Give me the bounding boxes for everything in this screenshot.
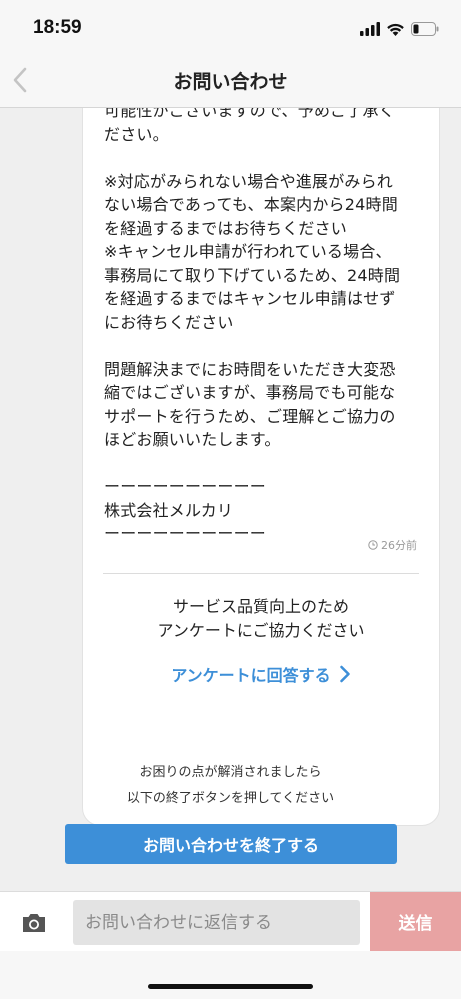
page-title: お問い合わせ [173, 71, 288, 93]
message-bubble: 可能性がございますので、予めご了承く ださい。 ※対応がみられない場合や進展がみ… [82, 108, 440, 826]
chat-content[interactable]: 可能性がございますので、予めご了承く ださい。 ※対応がみられない場合や進展がみ… [0, 108, 461, 891]
close-note: お困りの点が解消されましたら 以下の終了ボタンを押してください [126, 765, 335, 806]
nav-bar: お問い合わせ [0, 52, 461, 108]
camera-icon[interactable] [21, 912, 47, 934]
reply-input[interactable] [73, 900, 360, 945]
message-timestamp: 26分前 [368, 537, 417, 553]
status-icons [360, 20, 439, 38]
timestamp-text: 26分前 [381, 539, 417, 552]
message-text: 可能性がございますので、予めご了承く ださい。 ※対応がみられない場合や進展がみ… [104, 108, 401, 543]
home-area [0, 951, 461, 999]
survey-link[interactable]: アンケートに回答する [83, 662, 439, 686]
status-bar: 18:59 [0, 0, 461, 52]
end-inquiry-button[interactable]: お問い合わせを終了する [65, 824, 397, 864]
status-time: 18:59 [33, 17, 82, 38]
home-indicator [148, 984, 313, 989]
battery-icon [411, 22, 439, 36]
survey-link-label: アンケートに回答する [171, 666, 331, 685]
wifi-icon [387, 23, 404, 36]
send-button[interactable]: 送信 [370, 892, 461, 951]
input-bar: 送信 [0, 891, 461, 951]
clock-icon [368, 540, 378, 550]
signal-icon [360, 22, 380, 36]
survey-text: サービス品質向上のため アンケートにご協力ください [157, 597, 365, 640]
divider [103, 573, 419, 574]
chevron-right-icon [339, 665, 350, 683]
